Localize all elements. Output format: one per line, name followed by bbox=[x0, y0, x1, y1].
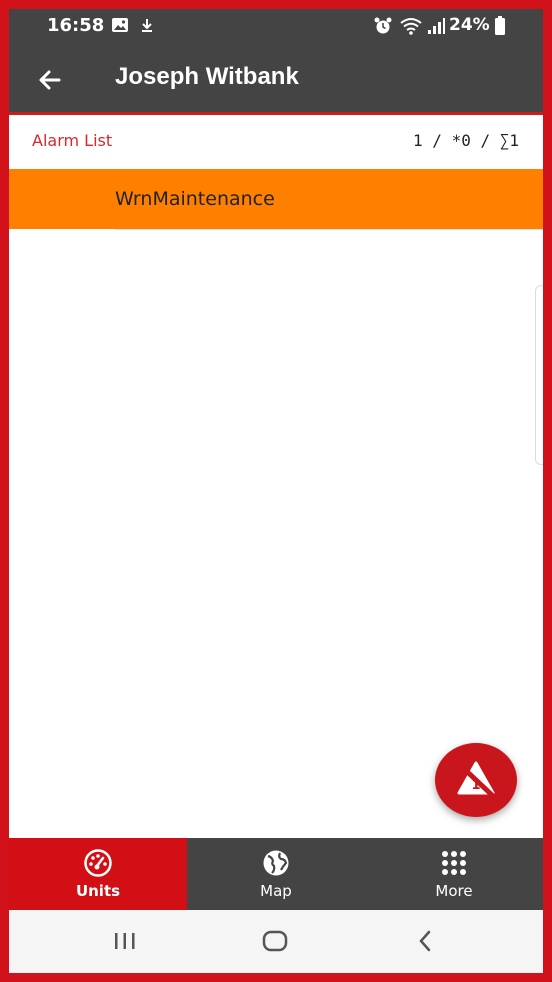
app-bar: Joseph Witbank bbox=[9, 47, 543, 115]
wifi-icon bbox=[399, 16, 423, 40]
status-time: 16:58 bbox=[47, 15, 105, 36]
nav-more-label: More bbox=[435, 882, 473, 900]
row-divider bbox=[115, 229, 543, 230]
alarm-icon bbox=[373, 16, 393, 40]
back-arrow-icon[interactable] bbox=[33, 63, 67, 97]
download-icon bbox=[139, 16, 155, 38]
device-frame: 16:58 24% Joseph Witbank Alarm List 1 / … bbox=[0, 0, 552, 982]
nav-map-label: Map bbox=[260, 882, 292, 900]
nav-units[interactable]: Units bbox=[9, 838, 187, 910]
alarm-row[interactable]: WrnMaintenance bbox=[9, 169, 543, 229]
home-icon[interactable] bbox=[255, 926, 295, 956]
nav-map[interactable]: Map bbox=[187, 838, 365, 910]
no-warning-icon: 1 bbox=[441, 747, 511, 813]
alarm-counts: 1 / *0 / ∑1 bbox=[413, 131, 519, 150]
mute-alarms-button[interactable]: 1 bbox=[435, 743, 517, 817]
alarm-text: WrnMaintenance bbox=[115, 188, 275, 210]
grid-dots-icon bbox=[439, 848, 469, 878]
system-nav-bar bbox=[9, 910, 543, 973]
screen: 16:58 24% Joseph Witbank Alarm List 1 / … bbox=[9, 9, 543, 973]
list-header: Alarm List 1 / *0 / ∑1 bbox=[9, 115, 543, 169]
bottom-nav: Units Map More bbox=[9, 838, 543, 910]
globe-icon bbox=[261, 848, 291, 878]
nav-more[interactable]: More bbox=[365, 838, 543, 910]
signal-icon bbox=[426, 16, 446, 40]
edge-panel-handle[interactable] bbox=[535, 285, 543, 465]
back-icon[interactable] bbox=[405, 926, 445, 956]
page-title: Joseph Witbank bbox=[115, 63, 299, 90]
status-bar: 16:58 24% bbox=[9, 9, 543, 47]
nav-units-label: Units bbox=[75, 882, 121, 900]
battery-icon bbox=[494, 16, 506, 40]
image-icon bbox=[111, 16, 129, 38]
recents-icon[interactable] bbox=[105, 926, 145, 956]
speedometer-icon bbox=[83, 848, 113, 878]
battery-percent: 24% bbox=[449, 15, 490, 35]
alarm-list-label: Alarm List bbox=[32, 131, 113, 150]
